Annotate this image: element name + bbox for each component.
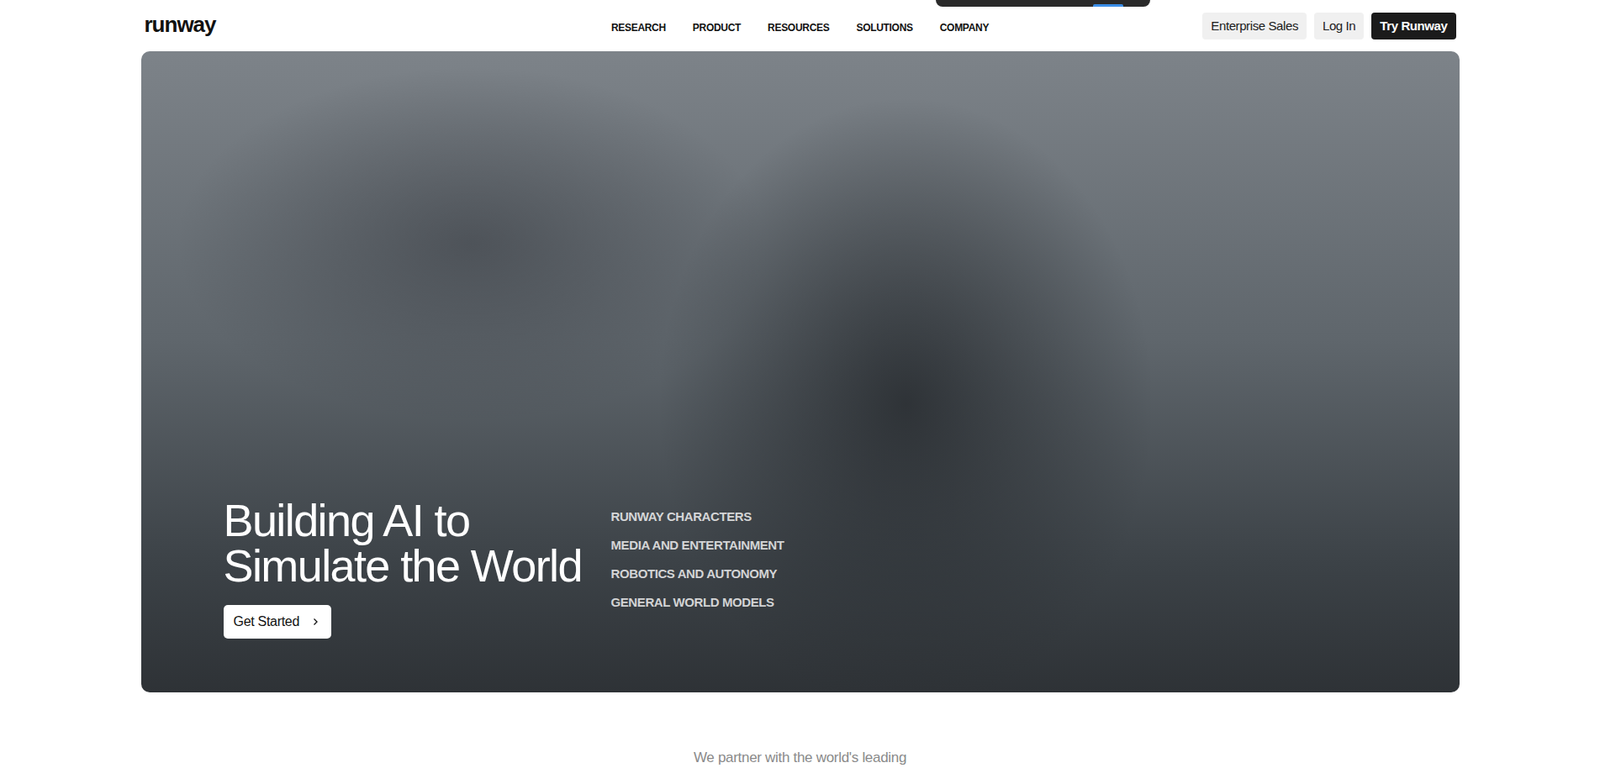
solution-item[interactable]: ROBOTICS AND AUTONOMY	[611, 566, 785, 582]
get-started-button[interactable]: Get Started	[223, 605, 333, 639]
hero-title-line: Building AI to	[223, 497, 582, 544]
header-button[interactable]: Log In	[1314, 12, 1364, 40]
nav-item[interactable]: RESEARCH	[611, 21, 666, 34]
nav-item[interactable]: RESOURCES	[767, 21, 830, 34]
partners-text: We partner with the world's leading	[141, 749, 1460, 767]
popup-accent	[1093, 4, 1124, 7]
solution-item[interactable]: RUNWAY CHARACTERS	[611, 509, 785, 525]
header: runway RESEARCH PRODUCT RESOURCES SOLUTIONS C…	[141, 0, 1460, 52]
solution-item[interactable]: GENERAL WORLD MODELS	[611, 595, 785, 611]
container: runway RESEARCH PRODUCT RESOURCES SOLUTIONS C…	[141, 0, 1460, 767]
nav-item[interactable]: SOLUTIONS	[855, 21, 913, 34]
main-nav: RESEARCH PRODUCT RESOURCES SOLUTIONS COMPANY	[611, 18, 989, 34]
announcement-popup[interactable]	[935, 0, 1151, 7]
header-button[interactable]: Enterprise Sales	[1202, 12, 1307, 40]
hero-title-line: Simulate the World	[223, 543, 582, 589]
nav-item[interactable]: COMPANY	[939, 21, 989, 34]
solutions-list: RUNWAY CHARACTERS MEDIA AND ENTERTAINMENT…	[611, 497, 785, 611]
logo[interactable]: runway	[144, 13, 217, 39]
header-actions: Enterprise SalesLog InTry Runway	[1202, 12, 1456, 40]
hero-content: Building AI toSimulate the World Get Star…	[223, 497, 785, 639]
nav-item[interactable]: PRODUCT	[692, 21, 741, 34]
solution-item[interactable]: MEDIA AND ENTERTAINMENT	[611, 538, 785, 554]
chevron-right-icon	[311, 617, 320, 627]
hero: Building AI toSimulate the World Get Star…	[141, 51, 1460, 693]
hero-left: Building AI toSimulate the World Get Star…	[223, 497, 612, 639]
hero-title: Building AI toSimulate the World	[223, 497, 582, 589]
header-button[interactable]: Try Runway	[1371, 12, 1456, 40]
page: runway RESEARCH PRODUCT RESOURCES SOLUTIONS C…	[0, 0, 1600, 768]
